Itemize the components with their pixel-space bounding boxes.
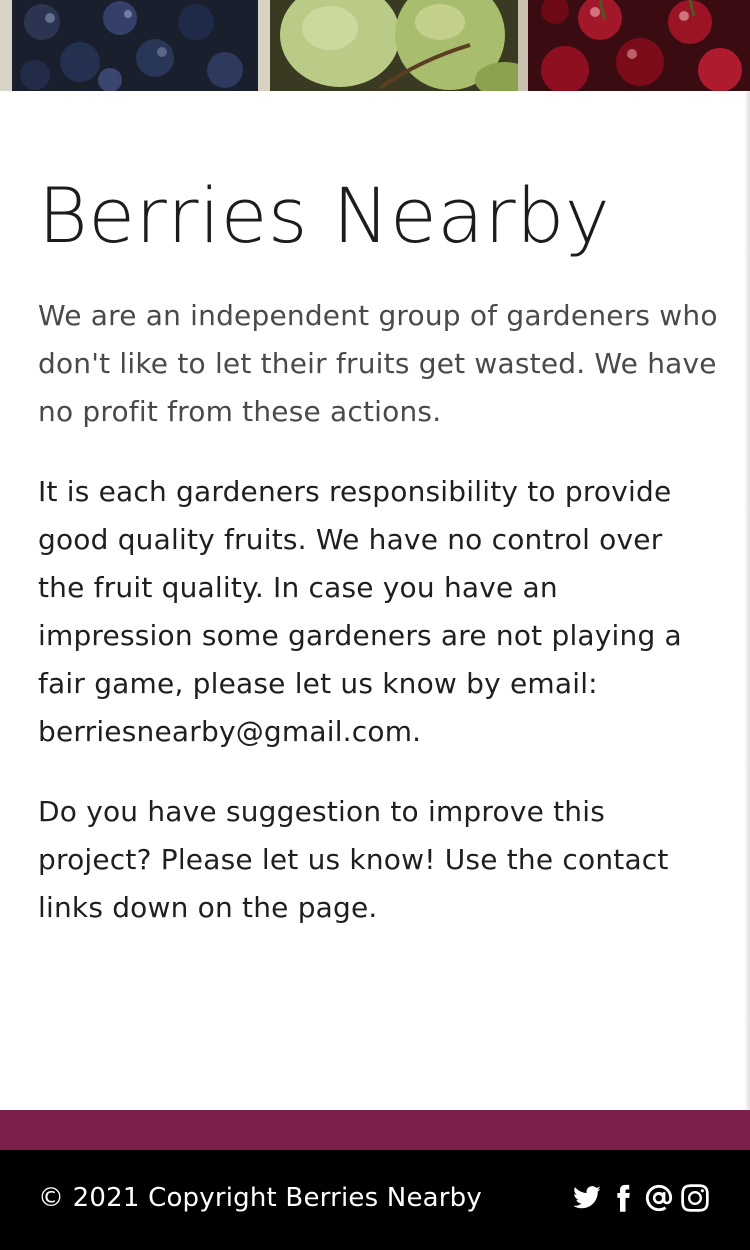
footer: © 2021 Copyright Berries Nearby	[0, 1150, 750, 1250]
responsibility-paragraph: It is each gardeners responsibility to p…	[38, 475, 682, 748]
instagram-icon[interactable]	[680, 1183, 710, 1213]
footer-accent-bar	[0, 1110, 750, 1150]
facebook-icon[interactable]	[608, 1183, 638, 1213]
page-title: Berries Nearby	[38, 171, 611, 260]
page-edge-shadow	[744, 91, 750, 1110]
suggestion-paragraph: Do you have suggestion to improve this p…	[38, 795, 669, 924]
fruit-banner-image	[0, 0, 750, 91]
about-paragraph: We are an independent group of gardeners…	[38, 299, 718, 428]
main-content: Berries Nearby We are an independent gro…	[38, 170, 718, 932]
copyright-text: © 2021 Copyright Berries Nearby	[38, 1183, 482, 1213]
email-at-icon[interactable]	[644, 1183, 674, 1213]
twitter-icon[interactable]	[572, 1183, 602, 1213]
hero-fruit-banner	[0, 0, 750, 91]
social-links	[572, 1183, 710, 1213]
